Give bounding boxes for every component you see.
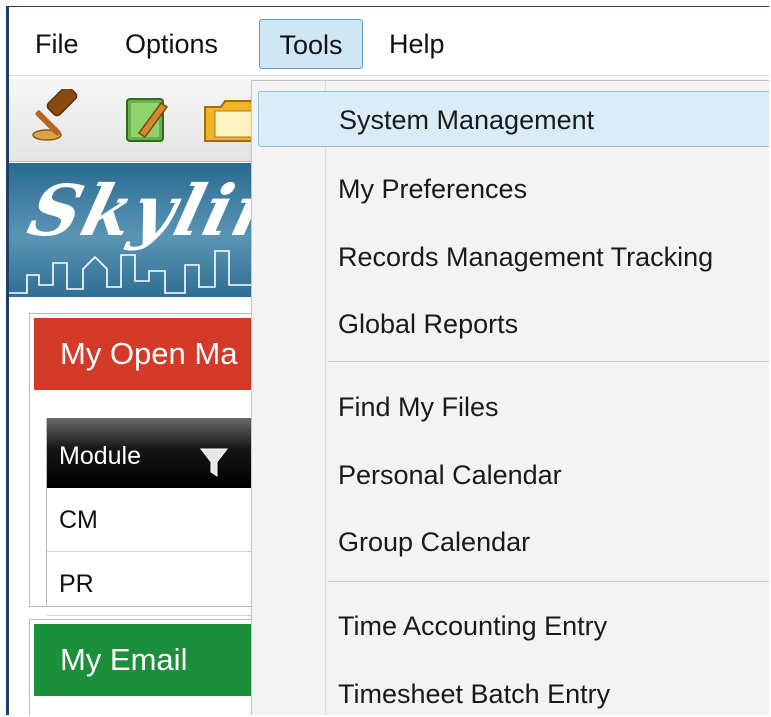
menu-separator bbox=[328, 361, 769, 362]
skyline-graphic bbox=[9, 250, 257, 294]
menu-help[interactable]: Help bbox=[377, 19, 457, 69]
open-matters-header[interactable]: My Open Ma bbox=[34, 318, 270, 390]
table-row[interactable]: PR bbox=[47, 552, 270, 616]
tools-dropdown-menu: System Management My Preferences Records… bbox=[251, 80, 769, 715]
menu-options[interactable]: Options bbox=[113, 19, 230, 69]
open-matters-grid: Module CM PR bbox=[46, 418, 270, 616]
email-panel: My Email bbox=[29, 619, 271, 715]
menu-item-time-accounting-entry[interactable]: Time Accounting Entry bbox=[258, 598, 769, 654]
column-header-label: Module bbox=[59, 442, 141, 470]
menu-item-my-preferences[interactable]: My Preferences bbox=[258, 161, 769, 217]
email-panel-header[interactable]: My Email bbox=[34, 624, 270, 696]
menu-tools[interactable]: Tools bbox=[259, 19, 363, 69]
filter-icon[interactable] bbox=[199, 434, 229, 477]
menu-item-system-management[interactable]: System Management bbox=[258, 91, 769, 147]
menu-item-global-reports[interactable]: Global Reports bbox=[258, 296, 769, 352]
app-window: File Options Tools Help Skylin My Open M… bbox=[6, 6, 769, 715]
menu-item-personal-calendar[interactable]: Personal Calendar bbox=[258, 447, 769, 503]
notebook-icon[interactable] bbox=[117, 89, 175, 147]
grid-column-module[interactable]: Module bbox=[47, 418, 270, 488]
open-matters-panel: My Open Ma Module CM PR bbox=[29, 313, 271, 616]
menu-item-timesheet-batch-entry[interactable]: Timesheet Batch Entry bbox=[258, 666, 769, 715]
table-row[interactable]: CM bbox=[47, 488, 270, 552]
menu-bar: File Options Tools Help bbox=[9, 7, 769, 76]
menu-separator bbox=[328, 581, 769, 582]
menu-item-records-management-tracking[interactable]: Records Management Tracking bbox=[258, 229, 769, 285]
menu-file[interactable]: File bbox=[23, 19, 91, 69]
gavel-icon[interactable] bbox=[25, 85, 83, 147]
toolbar bbox=[9, 79, 258, 162]
app-banner: Skylin bbox=[9, 163, 257, 297]
menu-item-group-calendar[interactable]: Group Calendar bbox=[258, 514, 769, 570]
menu-item-find-my-files[interactable]: Find My Files bbox=[258, 379, 769, 435]
